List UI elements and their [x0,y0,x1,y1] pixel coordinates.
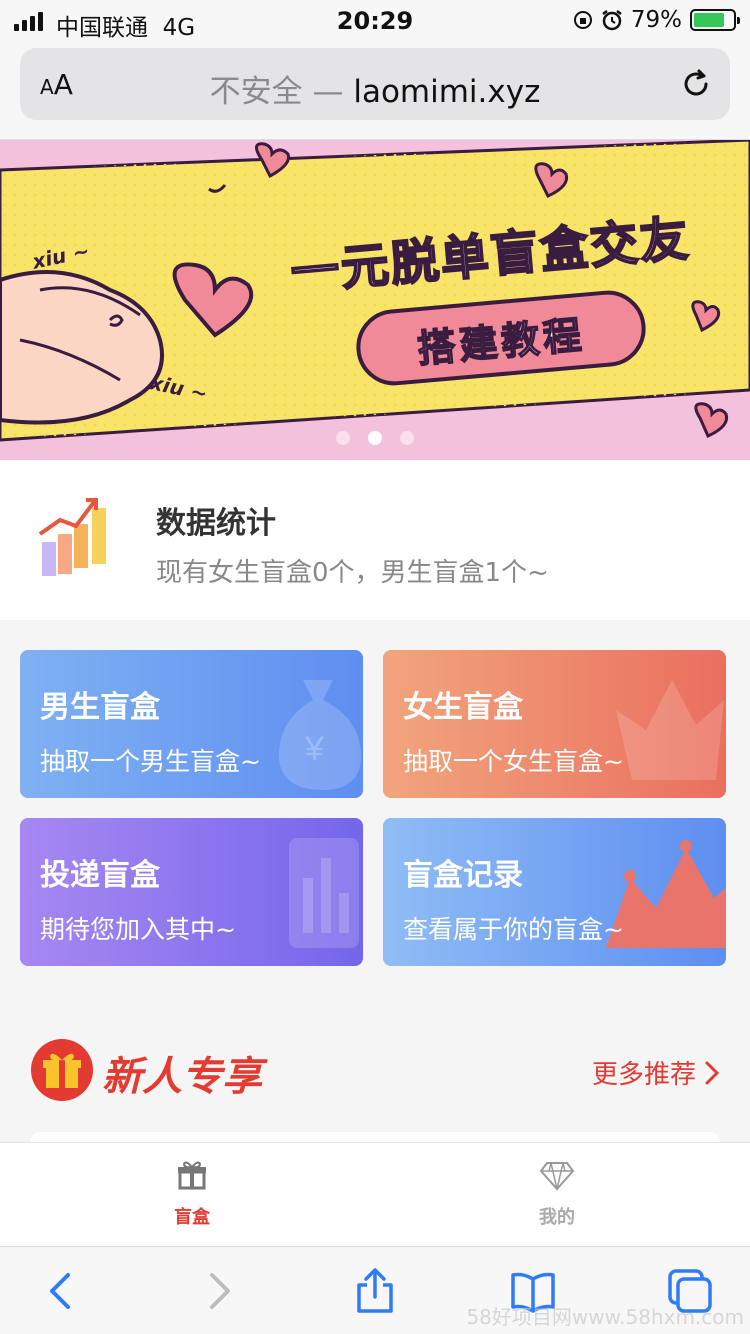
money-bag-icon: ¥ [278,680,362,790]
svg-text:¥: ¥ [304,730,324,768]
carousel-dot[interactable] [400,431,414,445]
insecure-label: 不安全 — [209,74,344,110]
card-subtitle: 查看属于你的盲盒~ [403,915,624,944]
bar-chart-icon [38,498,106,576]
carousel-dot-active[interactable] [368,431,382,445]
card-subtitle: 抽取一个男生盲盒~ [40,747,261,776]
more-recommend-link[interactable]: 更多推荐 [592,1054,720,1091]
crown-icon [616,680,724,780]
tab-label: 我的 [539,1207,575,1228]
share-icon[interactable] [351,1267,399,1315]
chart-icon [289,838,359,948]
new-user-section: 新人专享 更多推荐 [30,1036,720,1106]
gift-box-icon [178,1161,206,1190]
alarm-icon [602,10,622,31]
status-bar: 中国联通 4G 20:29 79% [0,0,750,44]
record-box-card[interactable]: 盲盒记录 查看属于你的盲盒~ [383,818,726,966]
tab-mine[interactable]: 我的 [457,1157,657,1229]
battery-percent: 79% [630,7,682,33]
orientation-lock-icon [573,11,592,29]
card-title: 女生盲盒 [403,690,523,725]
tab-box[interactable]: 盲盒 [92,1157,292,1229]
stats-desc: 现有女生盲盒0个，男生盲盒1个~ [156,558,549,588]
card-subtitle: 抽取一个女生盲盒~ [403,747,624,776]
gift-icon [31,1039,93,1101]
carousel-dot[interactable] [336,431,350,445]
url-display[interactable]: 不安全 — laomimi.xyz [20,66,730,111]
card-title: 盲盒记录 [403,858,523,893]
promo-banner[interactable]: xiu ~ xiu ~ 一元脱单盲盒交友 搭建教程 [0,140,750,460]
stats-title: 数据统计 [156,506,276,541]
status-right: 79% [573,7,740,33]
bottom-tab-bar: 盲盒 我的 [0,1142,750,1246]
data-stats-panel: 数据统计 现有女生盲盒0个，男生盲盒1个~ [0,460,750,620]
url-host: laomimi.xyz [353,74,541,110]
boy-box-card[interactable]: ¥ 男生盲盒 抽取一个男生盲盒~ [20,650,363,798]
browser-toolbar: 58好项目网www.58hxm.com [0,1246,750,1334]
diamond-icon [539,1162,575,1191]
chevron-right-icon [705,1061,720,1084]
tab-label: 盲盒 [174,1207,210,1228]
carousel-dots[interactable] [0,431,750,445]
forward-icon[interactable] [194,1267,242,1315]
post-box-card[interactable]: 投递盲盒 期待您加入其中~ [20,818,363,966]
card-title: 男生盲盒 [40,690,160,725]
more-recommend-label: 更多推荐 [591,1060,696,1090]
watermark: 58好项目网www.58hxm.com [466,1305,744,1329]
card-title: 投递盲盒 [40,858,160,893]
browser-address-area: AA 不安全 — laomimi.xyz [0,44,750,140]
card-subtitle: 期待您加入其中~ [40,915,236,944]
back-icon[interactable] [38,1267,86,1315]
banner-artwork [0,140,750,460]
new-user-title: 新人专享 [102,1054,262,1100]
crown-icon [606,840,726,948]
battery-icon [690,9,740,31]
address-bar[interactable]: AA 不安全 — laomimi.xyz [20,48,730,120]
reload-icon[interactable] [678,66,714,102]
girl-box-card[interactable]: 女生盲盒 抽取一个女生盲盒~ [383,650,726,798]
